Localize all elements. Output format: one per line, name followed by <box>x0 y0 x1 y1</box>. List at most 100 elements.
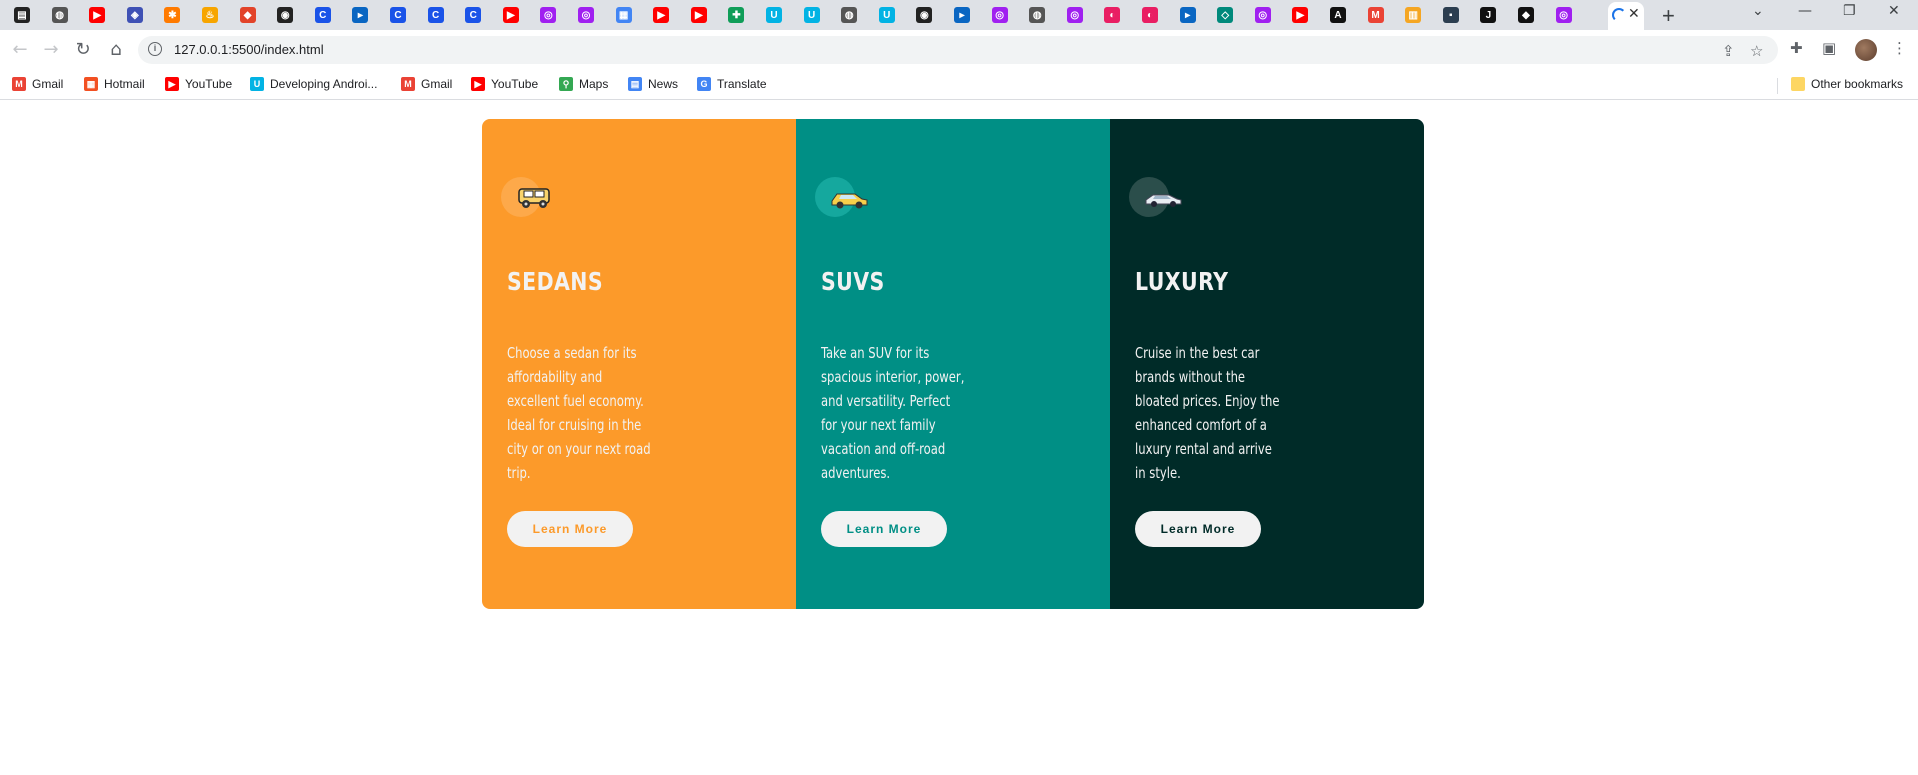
udacity-tab-icon[interactable]: U <box>803 7 820 23</box>
firebase-tab-icon[interactable]: ♨ <box>202 7 218 23</box>
address-bar[interactable]: i 127.0.0.1:5500/index.html ⇪ ☆ <box>138 36 1778 64</box>
profile-avatar[interactable] <box>1855 39 1877 61</box>
purple-tab-icon[interactable]: ◎ <box>1254 7 1271 23</box>
minimize-button[interactable]: — <box>1798 3 1812 19</box>
bookmark-item[interactable]: M Gmail <box>401 77 452 91</box>
learn-more-button[interactable]: Learn More <box>507 511 633 547</box>
maps-icon: ⚲ <box>559 77 573 91</box>
bookmarks-bar: M Gmail ▦ Hotmail ▶ YouTube U Developing Androi… <box>0 70 1918 100</box>
site-info-icon[interactable]: i <box>148 42 162 56</box>
bookmark-label: Hotmail <box>104 77 145 91</box>
udacity-icon: U <box>250 77 264 91</box>
home-button[interactable]: ⌂ <box>104 38 128 62</box>
address-bar-url[interactable]: 127.0.0.1:5500/index.html <box>174 42 324 57</box>
udacity-tab-icon[interactable]: U <box>766 7 782 23</box>
gmail-icon: M <box>12 77 26 91</box>
bookmark-item[interactable]: ▶ YouTube <box>471 77 538 91</box>
other-bookmarks[interactable]: Other bookmarks <box>1791 77 1903 91</box>
c-tab-icon[interactable]: C <box>314 7 331 23</box>
restore-button[interactable]: ❐ <box>1843 3 1856 19</box>
tab-search-icon[interactable]: ⌄ <box>1752 3 1764 19</box>
purple-tab-icon[interactable]: ◎ <box>1066 7 1083 23</box>
learn-more-button[interactable]: Learn More <box>821 511 947 547</box>
gitlab-tab-icon[interactable]: ◆ <box>239 7 256 23</box>
video-tab-icon[interactable]: ▸ <box>352 7 369 23</box>
youtube-tab-icon[interactable]: ▶ <box>1292 7 1309 23</box>
video-tab-icon[interactable]: ▸ <box>954 7 970 23</box>
gmail-tab-icon[interactable]: M <box>1367 7 1384 23</box>
card-title: SEDANS <box>507 267 604 296</box>
tab-strip: ▤ ◍ ▶ ◈ ✱ ♨ ◆ ◉ C ▸ C C C ▶ ◎ ◎ ▦ ▶ ▶ ✚ U U ◍ U ◉ ▸ ◎ ◍ ◎ ◐ ◐ ▸ ◇ ◎ ▶ A M ▥ ▪ J… <box>0 0 1918 30</box>
bookmark-label: Developing Androi... <box>270 77 378 91</box>
card-suvs: SUVS Take an SUV for its spacious interi… <box>796 119 1110 609</box>
sheets-tab-icon[interactable]: ✚ <box>728 7 745 23</box>
close-tab-icon[interactable]: ✕ <box>1628 5 1640 22</box>
hotmail-icon: ▦ <box>84 77 98 91</box>
bookmark-item[interactable]: ⚲ Maps <box>559 77 608 91</box>
bookmark-item[interactable]: ▶ YouTube <box>165 77 232 91</box>
chart-tab-icon[interactable]: ▥ <box>1405 7 1422 23</box>
github-tab-icon[interactable]: ◉ <box>277 7 294 23</box>
github-tab-icon[interactable]: ◉ <box>916 7 933 23</box>
a-tab-icon[interactable]: A <box>1330 7 1346 23</box>
globe-tab-icon[interactable]: ◍ <box>841 7 858 23</box>
forward-button[interactable]: → <box>39 38 63 62</box>
purple-tab-icon[interactable]: ◎ <box>1555 7 1572 23</box>
c-tab-icon[interactable]: C <box>465 7 482 23</box>
tab-active[interactable]: ✕ <box>1608 2 1644 30</box>
folder-icon <box>1791 77 1805 91</box>
globe-tab-icon[interactable]: ◍ <box>1029 7 1046 23</box>
udacity-tab-icon[interactable]: U <box>878 7 895 23</box>
extensions-icon[interactable]: ✚ <box>1790 39 1803 57</box>
bookmark-star-icon[interactable]: ☆ <box>1750 42 1763 60</box>
close-window-button[interactable]: ✕ <box>1888 3 1900 19</box>
asterisk-tab-icon[interactable]: ✱ <box>164 7 181 23</box>
car-cards: SEDANS Choose a sedan for its affordabil… <box>482 119 1424 609</box>
card-text: Take an SUV for its spacious interior, p… <box>821 344 965 482</box>
bookmark-item[interactable]: M Gmail <box>12 77 63 91</box>
youtube-tab-icon[interactable]: ▶ <box>690 7 707 23</box>
bookmark-item[interactable]: U Developing Androi... <box>250 77 377 91</box>
card-title: SUVS <box>821 267 885 296</box>
bookmark-item[interactable]: G Translate <box>697 77 767 91</box>
video-tab-icon[interactable]: ▸ <box>1179 7 1196 23</box>
youtube-tab-icon[interactable]: ▶ <box>653 7 670 23</box>
jetbrains-tab-icon[interactable]: J <box>1480 7 1497 23</box>
menu-icon[interactable]: ⋮ <box>1892 39 1907 57</box>
calendar-tab-icon[interactable]: ▦ <box>615 7 632 23</box>
c-tab-icon[interactable]: C <box>390 7 406 23</box>
purple-tab-icon[interactable]: ◎ <box>991 7 1008 23</box>
youtube-icon: ▶ <box>471 77 485 91</box>
sedan-car-icon <box>501 177 550 217</box>
reload-button[interactable]: ↻ <box>71 38 95 62</box>
card-luxury: LUXURY Cruise in the best car brands wit… <box>1110 119 1424 609</box>
youtube-tab-icon[interactable]: ▶ <box>89 7 106 23</box>
side-panel-icon[interactable]: ▣ <box>1822 39 1836 57</box>
card-text: Cruise in the best car brands without th… <box>1135 344 1280 482</box>
c-tab-icon[interactable]: C <box>427 7 444 23</box>
diamond-tab-icon[interactable]: ◆ <box>1518 7 1534 23</box>
purple-tab-icon[interactable]: ◎ <box>578 7 594 23</box>
learn-more-button[interactable]: Learn More <box>1135 511 1261 547</box>
pink-tab-icon[interactable]: ◐ <box>1142 7 1158 23</box>
back-button[interactable]: ← <box>8 38 32 62</box>
teal-tab-icon[interactable]: ◇ <box>1217 7 1234 23</box>
calendar-tab-icon[interactable]: ▤ <box>14 7 30 23</box>
globe-tab-icon[interactable]: ◍ <box>51 7 68 23</box>
browser-toolbar: ← → ↻ ⌂ i 127.0.0.1:5500/index.html ⇪ ☆ … <box>0 30 1918 70</box>
other-bookmarks-label: Other bookmarks <box>1811 77 1904 91</box>
bookmark-item[interactable]: ▤ News <box>628 77 678 91</box>
translate-icon: G <box>697 77 711 91</box>
app-tab-icon[interactable]: ◈ <box>126 7 143 23</box>
card-title: LUXURY <box>1135 267 1229 296</box>
purple-tab-icon[interactable]: ◎ <box>540 7 557 23</box>
bookmark-item[interactable]: ▦ Hotmail <box>84 77 145 91</box>
share-icon[interactable]: ⇪ <box>1722 42 1735 60</box>
bookmarks-divider <box>1777 78 1778 94</box>
bookmark-label: Gmail <box>32 77 64 91</box>
new-tab-button[interactable]: + <box>1662 3 1675 29</box>
dark-tab-icon[interactable]: ▪ <box>1442 7 1459 23</box>
bookmark-label: Gmail <box>421 77 453 91</box>
youtube-tab-icon[interactable]: ▶ <box>502 7 519 23</box>
pink-tab-icon[interactable]: ◐ <box>1104 7 1121 23</box>
